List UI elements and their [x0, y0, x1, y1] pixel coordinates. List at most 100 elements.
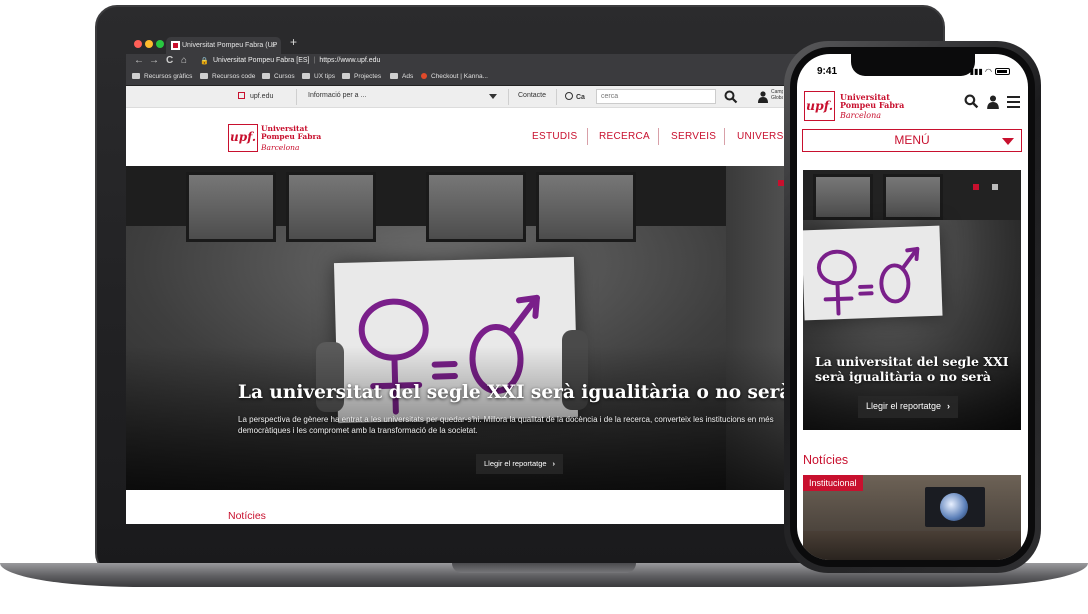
laptop-opening-notch — [452, 563, 636, 573]
language-label: Ca — [576, 94, 585, 101]
divider — [556, 89, 557, 105]
globe-icon — [565, 92, 573, 100]
chevron-right-icon: › — [947, 401, 951, 411]
divider — [508, 89, 509, 105]
bookmark-ads[interactable]: Ads — [390, 73, 413, 80]
phone-status-icons: ▮▮▮ ◠ — [970, 67, 1010, 76]
phone-user-icon[interactable] — [987, 95, 999, 109]
news-heading: Notícies — [228, 510, 266, 522]
url-text: https://www.upf.edu — [319, 57, 381, 64]
info-dropdown[interactable]: Informació per a ... — [308, 92, 366, 99]
caret-down-icon — [1002, 138, 1014, 145]
hero-photo-window — [186, 172, 276, 242]
logo-name-line2: Pompeu Fabra — [261, 131, 322, 141]
phone-carousel-dot[interactable] — [992, 184, 998, 190]
hero-description: La perspectiva de gènere ha entrat a les… — [238, 415, 774, 435]
phone-time: 9:41 — [817, 66, 838, 77]
phone-hero-title[interactable]: La universitat del segle XXI serà iguali… — [815, 354, 1021, 384]
phone-search-icon[interactable] — [964, 94, 979, 109]
new-tab-button[interactable]: + — [290, 35, 297, 49]
language-selector[interactable]: Ca — [565, 92, 585, 101]
hero-photo-window — [426, 172, 526, 242]
signal-wifi-icon: ▮▮▮ ◠ — [969, 67, 992, 76]
phone-menu-dropdown[interactable]: MENÚ — [802, 129, 1022, 152]
hero-photo-window — [536, 172, 636, 242]
home-icon[interactable]: ⌂ — [181, 55, 187, 66]
phone-logo-line2: Pompeu Fabra — [840, 100, 905, 111]
bookmark-label: Recursos gràfics — [144, 73, 193, 80]
bookmark-label: Cursos — [274, 73, 295, 80]
window-close-button[interactable] — [134, 40, 142, 48]
tab-close-icon[interactable]: × — [271, 37, 276, 54]
url-field[interactable]: Universitat Pompeu Fabra [ES] | https://ww… — [213, 57, 380, 64]
phone-read-report-button[interactable]: Llegir el reportatge › — [858, 396, 959, 418]
phone-read-report-label: Llegir el reportatge — [866, 401, 942, 411]
bookmark-label: Recursos code — [212, 73, 256, 80]
phone-hero-window — [813, 174, 873, 220]
phone-notch — [851, 54, 975, 76]
bookmark-label: UX tips — [314, 73, 335, 80]
nav-divider — [724, 128, 725, 145]
logo-city: Barcelona — [261, 143, 300, 152]
phone-logo-name: Universitat Pompeu Fabra — [840, 93, 904, 110]
lock-icon: 🔒 — [200, 58, 209, 65]
phone-menu-label: MENÚ — [894, 133, 930, 147]
nav-serveis[interactable]: SERVEIS — [671, 131, 716, 142]
campus-global-link[interactable]: Campus Global — [771, 89, 783, 101]
bookmark-recursos-grafics[interactable]: Recursos gràfics — [132, 73, 192, 80]
bookmark-cursos[interactable]: Cursos — [262, 73, 295, 80]
read-report-button[interactable]: Llegir el reportatge › — [476, 454, 564, 474]
tab-title: Universitat Pompeu Fabra (UP — [182, 42, 278, 49]
bookmark-checkout[interactable]: Checkout | Kanna... — [421, 73, 488, 80]
phone-news-heading: Notícies — [803, 453, 849, 467]
phone-hamburger-icon[interactable] — [1007, 96, 1020, 108]
nav-estudis[interactable]: ESTUDIS — [532, 131, 577, 142]
bookmark-projectes[interactable]: Projectes — [342, 73, 381, 80]
bookmark-ux-tips[interactable]: UX tips — [302, 73, 335, 80]
logo-name: Universitat Pompeu Fabra — [261, 125, 321, 141]
window-maximize-button[interactable] — [156, 40, 164, 48]
folder-icon — [390, 73, 398, 79]
hero-title[interactable]: La universitat del segle XXI serà iguali… — [238, 382, 791, 403]
upf-link-label: upf.edu — [250, 93, 274, 100]
upf-link[interactable]: upf.edu — [238, 92, 273, 100]
favicon-icon — [171, 41, 180, 50]
reload-icon[interactable]: C — [166, 55, 173, 66]
phone-hero-banner: La universitat del segle XXI serà iguali… — [803, 170, 1021, 430]
nav-recerca[interactable]: RECERCA — [599, 131, 650, 142]
search-icon[interactable] — [724, 90, 738, 104]
nav-divider — [658, 128, 659, 145]
window-minimize-button[interactable] — [145, 40, 153, 48]
chevron-right-icon: › — [552, 459, 556, 468]
contact-link[interactable]: Contacte — [518, 92, 546, 99]
kanna-icon — [421, 73, 427, 79]
back-icon[interactable]: ← — [134, 55, 144, 66]
search-input[interactable] — [596, 89, 716, 104]
battery-icon — [995, 68, 1010, 75]
phone-news-tag[interactable]: Institucional — [803, 475, 863, 491]
news-photo-earth — [940, 493, 968, 521]
phone-hero-window — [883, 174, 943, 220]
phone-upf-logo-mark[interactable]: upf. — [804, 91, 835, 121]
folder-icon — [132, 73, 140, 79]
phone-news-card[interactable]: Institucional — [803, 475, 1021, 560]
upf-logo-mark[interactable]: upf. — [228, 124, 258, 152]
folder-icon — [342, 73, 350, 79]
news-photo-audience — [803, 531, 1021, 560]
read-report-label: Llegir el reportatge — [484, 459, 547, 468]
site-identity: Universitat Pompeu Fabra [ES] — [213, 57, 310, 64]
upf-square-icon — [238, 92, 245, 99]
browser-tab-bar: Universitat Pompeu Fabra (UP × + — [126, 34, 912, 54]
phone-hero-sign — [803, 225, 943, 321]
nav-divider — [587, 128, 588, 145]
phone-carousel-dot-active[interactable] — [973, 184, 979, 190]
phone-gender-equality-drawing — [816, 246, 920, 316]
folder-icon — [302, 73, 310, 79]
forward-icon[interactable]: → — [149, 55, 159, 66]
phone-logo-city: Barcelona — [840, 111, 881, 120]
user-icon[interactable] — [758, 91, 768, 103]
bookmark-recursos-code[interactable]: Recursos code — [200, 73, 255, 80]
phone-screen: 9:41 ▮▮▮ ◠ upf. Universitat Pompeu Fabra… — [797, 54, 1028, 560]
caret-down-icon[interactable] — [489, 94, 497, 99]
browser-tab[interactable]: Universitat Pompeu Fabra (UP × — [166, 37, 281, 54]
